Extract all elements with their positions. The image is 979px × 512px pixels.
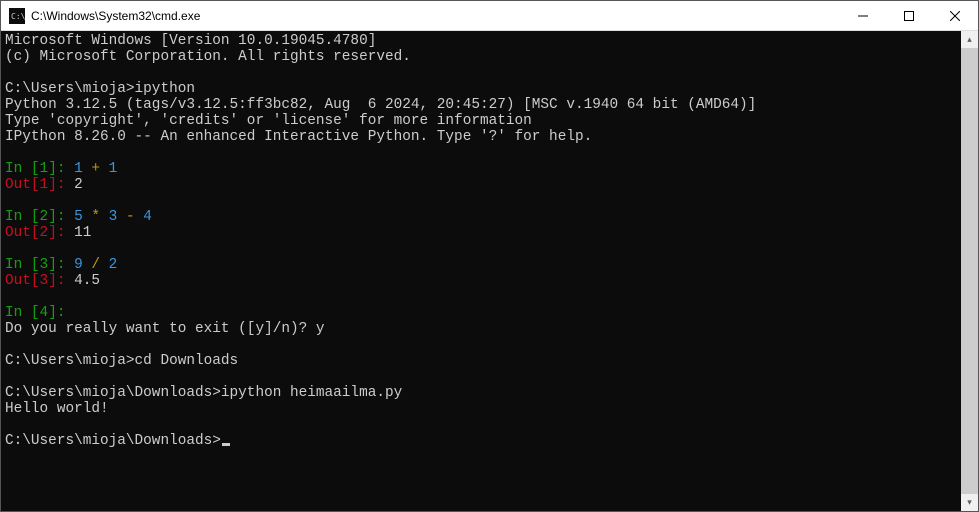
terminal-text xyxy=(135,209,144,225)
terminal-line: (c) Microsoft Corporation. All rights re… xyxy=(5,49,961,65)
terminal-line: Type 'copyright', 'credits' or 'license'… xyxy=(5,113,961,129)
client-area: Microsoft Windows [Version 10.0.19045.47… xyxy=(1,31,978,511)
terminal-text: 1 xyxy=(74,161,83,177)
terminal-text xyxy=(100,257,109,273)
terminal-line xyxy=(5,193,961,209)
terminal-text: ]: xyxy=(48,257,74,273)
terminal-text: 3 xyxy=(40,257,49,273)
terminal-text: Out[ xyxy=(5,273,40,289)
terminal-line: Out[3]: 4.5 xyxy=(5,273,961,289)
terminal-text: Microsoft Windows [Version 10.0.19045.47… xyxy=(5,33,376,49)
terminal-line: In [3]: 9 / 2 xyxy=(5,257,961,273)
terminal-text: - xyxy=(126,209,135,225)
scroll-up-button[interactable]: ▴ xyxy=(961,31,978,48)
terminal-line: In [1]: 1 + 1 xyxy=(5,161,961,177)
terminal-text xyxy=(100,209,109,225)
terminal-text: Python 3.12.5 (tags/v3.12.5:ff3bc82, Aug… xyxy=(5,97,756,113)
scroll-thumb[interactable] xyxy=(961,48,978,494)
vertical-scrollbar[interactable]: ▴ ▾ xyxy=(961,31,978,511)
terminal-text: 1 xyxy=(109,161,118,177)
terminal-text: 2 xyxy=(74,177,83,193)
terminal-text: / xyxy=(91,257,100,273)
terminal-text: 2 xyxy=(40,209,49,225)
terminal-text: 2 xyxy=(109,257,118,273)
terminal-text: ]: xyxy=(48,177,74,193)
scroll-track[interactable] xyxy=(961,48,978,494)
terminal-text: Out[ xyxy=(5,177,40,193)
terminal-text: C:\Users\mioja>cd Downloads xyxy=(5,353,238,369)
terminal-line xyxy=(5,145,961,161)
terminal-text: ]: xyxy=(48,225,74,241)
cmd-window: C:\ C:\Windows\System32\cmd.exe Microsof… xyxy=(0,0,979,512)
terminal-text: Out[ xyxy=(5,225,40,241)
window-title: C:\Windows\System32\cmd.exe xyxy=(31,9,840,23)
terminal-text: IPython 8.26.0 -- An enhanced Interactiv… xyxy=(5,129,592,145)
terminal-line: IPython 8.26.0 -- An enhanced Interactiv… xyxy=(5,129,961,145)
terminal-text: In [ xyxy=(5,257,40,273)
terminal-text: C:\Users\mioja>ipython xyxy=(5,81,195,97)
terminal-line: Hello world! xyxy=(5,401,961,417)
terminal-text: ]: xyxy=(48,273,74,289)
minimize-button[interactable] xyxy=(840,1,886,30)
terminal-line: Out[2]: 11 xyxy=(5,225,961,241)
terminal-line: C:\Users\mioja>cd Downloads xyxy=(5,353,961,369)
terminal-text xyxy=(100,161,109,177)
terminal-text: Hello world! xyxy=(5,401,109,417)
window-titlebar[interactable]: C:\ C:\Windows\System32\cmd.exe xyxy=(1,1,978,31)
terminal-text: C:\Users\mioja\Downloads>ipython heimaai… xyxy=(5,385,402,401)
terminal-text: 5 xyxy=(74,209,83,225)
terminal-line xyxy=(5,417,961,433)
terminal-text: 3 xyxy=(40,273,49,289)
terminal-line: C:\Users\mioja\Downloads>ipython heimaai… xyxy=(5,385,961,401)
terminal-text: + xyxy=(91,161,100,177)
terminal-text: 2 xyxy=(40,225,49,241)
maximize-button[interactable] xyxy=(886,1,932,30)
terminal-text: (c) Microsoft Corporation. All rights re… xyxy=(5,49,411,65)
terminal-text: In [ xyxy=(5,161,40,177)
terminal-text: C:\Users\mioja\Downloads> xyxy=(5,433,221,449)
terminal-text: In [ xyxy=(5,305,40,321)
terminal-line xyxy=(5,241,961,257)
terminal-text: * xyxy=(91,209,100,225)
svg-text:C:\: C:\ xyxy=(11,12,25,21)
terminal-line: Out[1]: 2 xyxy=(5,177,961,193)
terminal-line xyxy=(5,65,961,81)
terminal-text: ]: xyxy=(48,209,74,225)
terminal-text: ]: xyxy=(48,161,74,177)
terminal-text: Type 'copyright', 'credits' or 'license'… xyxy=(5,113,532,129)
terminal-text: ]: xyxy=(48,305,74,321)
terminal-output[interactable]: Microsoft Windows [Version 10.0.19045.47… xyxy=(1,31,961,511)
terminal-text: 4.5 xyxy=(74,273,100,289)
terminal-line: Python 3.12.5 (tags/v3.12.5:ff3bc82, Aug… xyxy=(5,97,961,113)
terminal-text: 4 xyxy=(40,305,49,321)
terminal-text: Do you really want to exit ([y]/n)? y xyxy=(5,321,325,337)
scroll-down-button[interactable]: ▾ xyxy=(961,494,978,511)
terminal-line: Microsoft Windows [Version 10.0.19045.47… xyxy=(5,33,961,49)
terminal-line xyxy=(5,369,961,385)
terminal-line: C:\Users\mioja\Downloads> xyxy=(5,433,961,449)
close-button[interactable] xyxy=(932,1,978,30)
cmd-icon: C:\ xyxy=(9,8,25,24)
window-controls xyxy=(840,1,978,30)
terminal-text: 1 xyxy=(40,161,49,177)
terminal-line: In [4]: xyxy=(5,305,961,321)
terminal-text: In [ xyxy=(5,209,40,225)
terminal-text xyxy=(117,209,126,225)
terminal-line: Do you really want to exit ([y]/n)? y xyxy=(5,321,961,337)
terminal-line: In [2]: 5 * 3 - 4 xyxy=(5,209,961,225)
terminal-text: 11 xyxy=(74,225,91,241)
terminal-line xyxy=(5,337,961,353)
terminal-line: C:\Users\mioja>ipython xyxy=(5,81,961,97)
terminal-text: 1 xyxy=(40,177,49,193)
cursor xyxy=(222,443,230,446)
terminal-line xyxy=(5,289,961,305)
terminal-text: 4 xyxy=(143,209,152,225)
terminal-text: 9 xyxy=(74,257,83,273)
